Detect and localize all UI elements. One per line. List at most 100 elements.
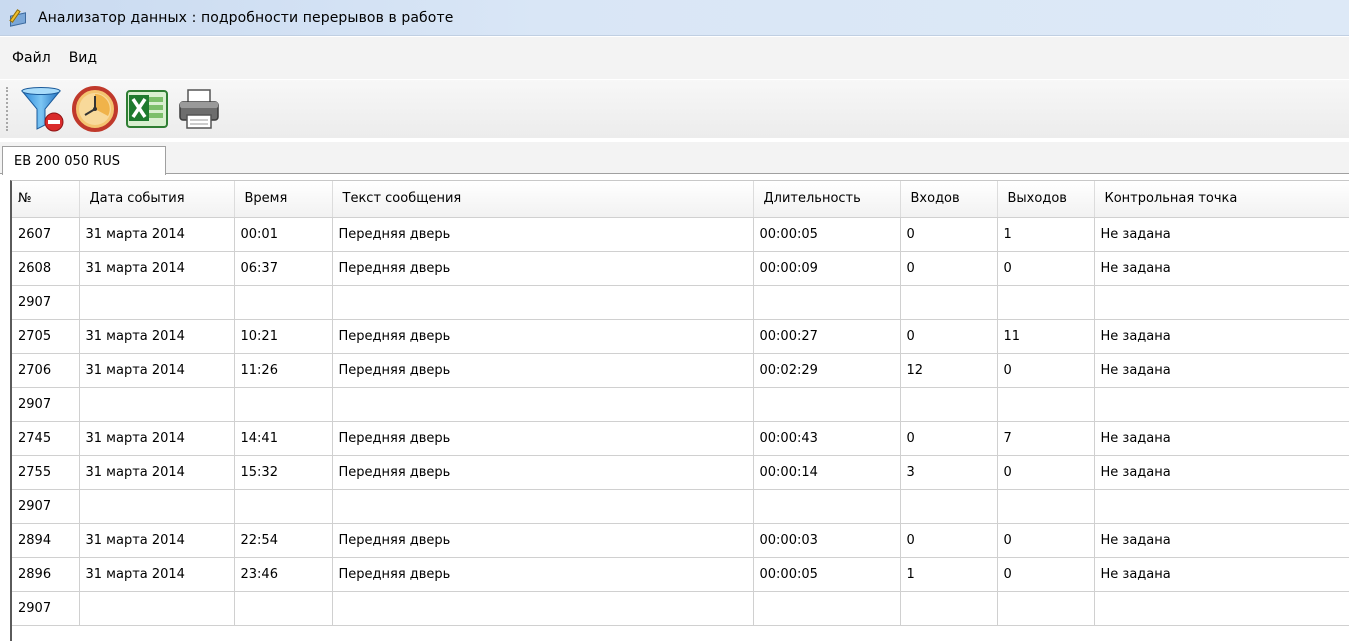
col-header-event-date[interactable]: Дата события <box>79 181 235 218</box>
cell-entries: 12 <box>900 353 998 388</box>
cell-exits: 0 <box>997 251 1095 286</box>
table-row[interactable]: 2907 <box>12 387 1349 422</box>
cell-event-date: 31 марта 2014 <box>79 319 235 354</box>
col-header-number[interactable]: № <box>12 181 80 218</box>
cell-duration: 00:00:27 <box>753 319 901 354</box>
cell-time: 14:41 <box>234 421 333 456</box>
table-row[interactable]: 2907 <box>12 285 1349 320</box>
printer-icon <box>179 89 219 129</box>
cell-exits <box>997 387 1095 422</box>
cell-exits: 1 <box>997 217 1095 252</box>
table-row[interactable]: 2705 31 марта 2014 10:21 Передняя дверь 00:0… <box>12 319 1349 354</box>
cell-event-date: 31 марта 2014 <box>79 455 235 490</box>
col-header-message-text[interactable]: Текст сообщения <box>332 181 754 218</box>
cell-checkpoint <box>1094 591 1349 626</box>
cell-entries: 0 <box>900 523 998 558</box>
cell-message-text: Передняя дверь <box>332 557 754 592</box>
excel-export-icon <box>126 90 168 128</box>
col-header-exits[interactable]: Выходов <box>997 181 1095 218</box>
col-header-entries[interactable]: Входов <box>900 181 998 218</box>
menu-bar: Файл Вид <box>0 37 1349 79</box>
table-row[interactable]: 2907 <box>12 489 1349 524</box>
cell-event-date: 31 марта 2014 <box>79 557 235 592</box>
table-row[interactable]: 2755 31 марта 2014 15:32 Передняя дверь 00:0… <box>12 455 1349 490</box>
cell-event-date: 31 марта 2014 <box>79 251 235 286</box>
clock-icon <box>72 86 118 132</box>
cell-checkpoint: Не задана <box>1094 319 1349 354</box>
cell-time: 23:46 <box>234 557 333 592</box>
tab-eb-200-050-rus[interactable]: EB 200 050 RUS <box>2 146 166 175</box>
cell-number: 2745 <box>12 421 80 456</box>
excel-export-button[interactable] <box>122 84 172 134</box>
cell-message-text: Передняя дверь <box>332 455 754 490</box>
table-row[interactable]: 2745 31 марта 2014 14:41 Передняя дверь 00:0… <box>12 421 1349 456</box>
cell-event-date: 31 марта 2014 <box>79 523 235 558</box>
table-row[interactable]: 2706 31 марта 2014 11:26 Передняя дверь 00:0… <box>12 353 1349 388</box>
cell-event-date: 31 марта 2014 <box>79 421 235 456</box>
menu-view[interactable]: Вид <box>61 50 107 66</box>
cell-entries: 0 <box>900 251 998 286</box>
cell-time <box>234 285 333 320</box>
cell-message-text: Передняя дверь <box>332 217 754 252</box>
cell-message-text <box>332 285 754 320</box>
col-header-duration[interactable]: Длительность <box>753 181 901 218</box>
cell-number: 2896 <box>12 557 80 592</box>
table-row[interactable]: 2896 31 марта 2014 23:46 Передняя дверь 00:0… <box>12 557 1349 592</box>
cell-checkpoint <box>1094 387 1349 422</box>
cell-number: 2608 <box>12 251 80 286</box>
filter-remove-button[interactable] <box>18 84 68 134</box>
cell-exits <box>997 489 1095 524</box>
cell-checkpoint: Не задана <box>1094 455 1349 490</box>
cell-entries: 0 <box>900 217 998 252</box>
table-row[interactable]: 2894 31 марта 2014 22:54 Передняя дверь 00:0… <box>12 523 1349 558</box>
cell-checkpoint: Не задана <box>1094 251 1349 286</box>
cell-exits: 7 <box>997 421 1095 456</box>
toolbar <box>0 80 1349 138</box>
col-header-checkpoint[interactable]: Контрольная точка <box>1094 181 1349 218</box>
cell-time: 10:21 <box>234 319 333 354</box>
cell-time: 00:01 <box>234 217 333 252</box>
filter-remove-icon <box>20 87 64 132</box>
col-header-time[interactable]: Время <box>234 181 333 218</box>
table-row[interactable]: 2608 31 марта 2014 06:37 Передняя дверь 00:0… <box>12 251 1349 286</box>
cell-exits: 0 <box>997 523 1095 558</box>
cell-duration: 00:02:29 <box>753 353 901 388</box>
data-grid: № Дата события Время Текст сообщения Длитель… <box>10 180 1349 641</box>
cell-number: 2907 <box>12 489 80 524</box>
table-row[interactable]: 2607 31 марта 2014 00:01 Передняя дверь 00:0… <box>12 217 1349 252</box>
print-button[interactable] <box>174 84 224 134</box>
cell-number: 2705 <box>12 319 80 354</box>
cell-checkpoint <box>1094 285 1349 320</box>
cell-checkpoint: Не задана <box>1094 523 1349 558</box>
toolbar-grip[interactable] <box>6 87 8 131</box>
table-row[interactable]: 2907 <box>12 591 1349 626</box>
cell-entries: 1 <box>900 557 998 592</box>
cell-number: 2907 <box>12 285 80 320</box>
cell-entries: 0 <box>900 421 998 456</box>
cell-entries <box>900 285 998 320</box>
cell-message-text <box>332 489 754 524</box>
cell-event-date: 31 марта 2014 <box>79 353 235 388</box>
cell-checkpoint: Не задана <box>1094 557 1349 592</box>
cell-number: 2607 <box>12 217 80 252</box>
window-title: Анализатор данных : подробности перерыво… <box>38 9 454 26</box>
window-titlebar: Анализатор данных : подробности перерыво… <box>0 0 1349 36</box>
cell-checkpoint <box>1094 489 1349 524</box>
cell-message-text: Передняя дверь <box>332 353 754 388</box>
cell-time <box>234 387 333 422</box>
cell-duration: 00:00:03 <box>753 523 901 558</box>
cell-duration <box>753 285 901 320</box>
cell-exits: 0 <box>997 557 1095 592</box>
cell-checkpoint: Не задана <box>1094 217 1349 252</box>
clock-button[interactable] <box>70 84 120 134</box>
cell-number: 2907 <box>12 591 80 626</box>
cell-exits: 0 <box>997 353 1095 388</box>
cell-number: 2907 <box>12 387 80 422</box>
cell-message-text: Передняя дверь <box>332 523 754 558</box>
cell-event-date <box>79 387 235 422</box>
cell-time: 15:32 <box>234 455 333 490</box>
menu-file[interactable]: Файл <box>0 50 61 66</box>
cell-duration: 00:00:05 <box>753 217 901 252</box>
cell-time: 11:26 <box>234 353 333 388</box>
cell-entries <box>900 591 998 626</box>
